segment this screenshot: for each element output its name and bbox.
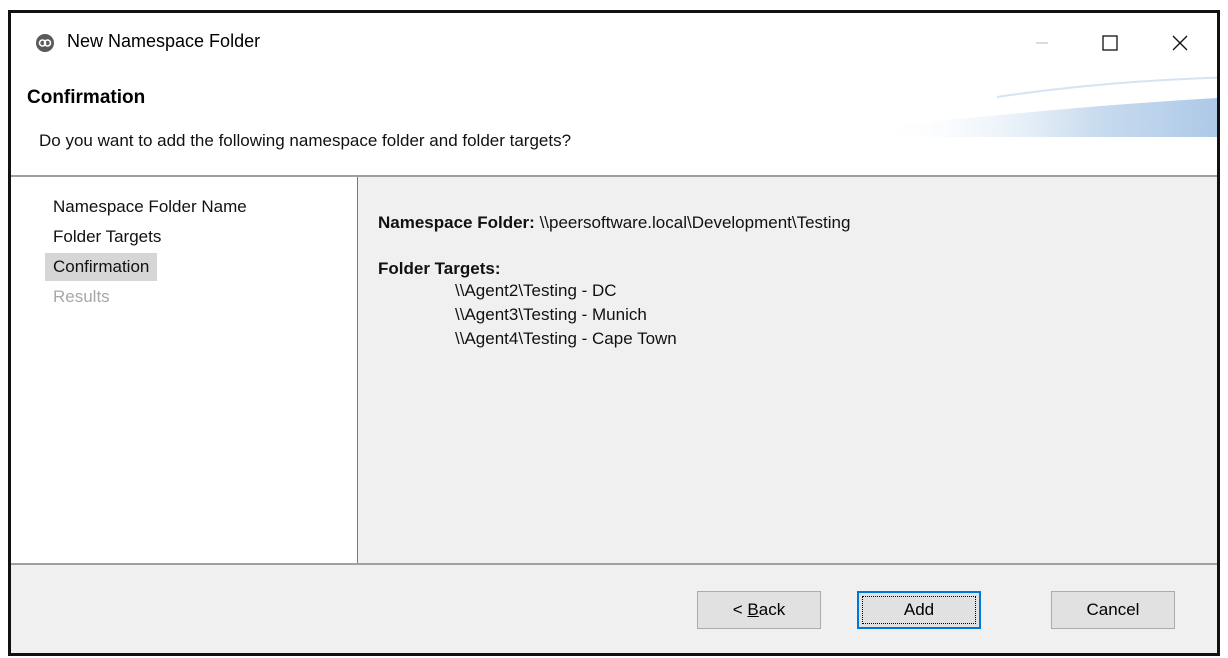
minimize-button[interactable] [1019,23,1065,63]
folder-target-item: \\Agent4\Testing - Cape Town [455,329,677,348]
app-icon [35,33,55,53]
step-confirmation[interactable]: Confirmation [45,253,158,281]
wizard-steps-list: Namespace Folder Name Folder Targets Con… [11,177,358,563]
step-results: Results [53,287,110,306]
window-title: New Namespace Folder [67,31,261,51]
minimize-icon [1036,42,1048,44]
wizard-header: Confirmation Do you want to add the foll… [11,75,1217,175]
close-icon [1172,35,1188,51]
page-title: Confirmation [27,87,146,108]
cancel-button[interactable]: Cancel [1051,591,1175,629]
step-namespace-folder-name[interactable]: Namespace Folder Name [45,193,255,221]
confirmation-panel: Namespace Folder: \\peersoftware.local\D… [358,177,1217,563]
folder-target-item: \\Agent2\Testing - DC [455,281,617,300]
folder-targets-label: Folder Targets: [378,259,501,278]
maximize-icon [1102,35,1118,51]
title-bar[interactable]: New Namespace Folder [11,13,1217,75]
namespace-folder-row: Namespace Folder: \\peersoftware.local\D… [378,213,850,233]
header-swoosh-graphic [877,76,1217,137]
dialog-window: New Namespace Folder Confirmation Do you… [8,10,1220,656]
step-folder-targets[interactable]: Folder Targets [45,223,169,251]
namespace-folder-label: Namespace Folder: [378,213,535,232]
button-bar: < Back Add Cancel [11,565,1217,653]
page-description: Do you want to add the following namespa… [39,131,572,150]
maximize-button[interactable] [1087,23,1133,63]
back-button[interactable]: < Back [697,591,821,629]
folder-target-item: \\Agent3\Testing - Munich [455,305,647,324]
close-button[interactable] [1157,23,1203,63]
namespace-folder-value: \\peersoftware.local\Development\Testing [539,213,851,232]
add-button[interactable]: Add [857,591,981,629]
